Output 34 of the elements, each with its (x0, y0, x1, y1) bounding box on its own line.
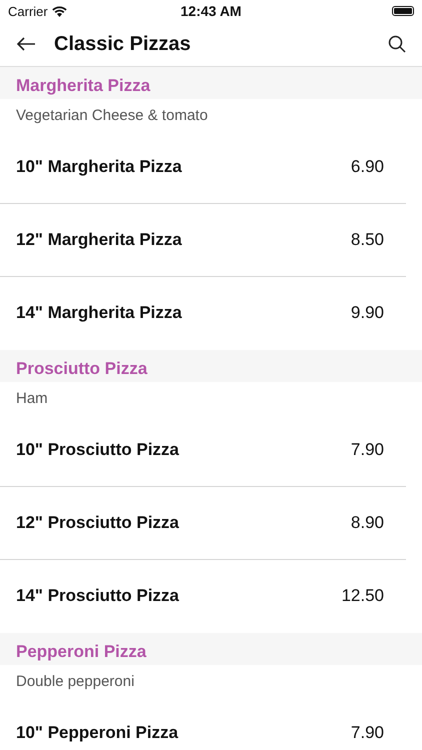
menu-item[interactable]: 10" Margherita Pizza 6.90 (0, 131, 406, 204)
item-name: 14" Prosciutto Pizza (16, 586, 179, 606)
section-description: Ham (16, 390, 48, 406)
item-price: 6.90 (350, 157, 384, 177)
carrier-label: Carrier (8, 4, 48, 18)
menu-item[interactable]: 10" Prosciutto Pizza 7.90 (0, 414, 406, 487)
item-price: 7.90 (350, 723, 384, 743)
section-description: Vegetarian Cheese & tomato (16, 106, 208, 124)
item-price: 8.50 (350, 230, 384, 250)
search-button[interactable] (388, 35, 406, 53)
item-name: 10" Margherita Pizza (16, 157, 182, 177)
page-title: Classic Pizzas (54, 32, 192, 56)
item-price: 9.90 (350, 303, 384, 323)
section-description: Double pepperoni (16, 672, 134, 690)
back-button[interactable] (16, 36, 36, 52)
status-time: 12:43 AM (180, 3, 242, 19)
item-price: 8.90 (350, 513, 384, 533)
item-name: 12" Margherita Pizza (16, 230, 182, 250)
item-name: 12" Prosciutto Pizza (16, 513, 179, 533)
item-name: 10" Pepperoni Pizza (16, 723, 178, 743)
menu-item[interactable]: 10" Pepperoni Pizza 7.90 (0, 697, 406, 750)
menu-item[interactable]: 14" Prosciutto Pizza 12.50 (0, 560, 406, 633)
item-name: 14" Margherita Pizza (16, 303, 182, 323)
item-price: 7.90 (350, 440, 384, 460)
wifi-icon (52, 6, 67, 16)
menu-item[interactable]: 14" Margherita Pizza 9.90 (0, 277, 406, 350)
section-title: Margherita Pizza (16, 76, 150, 97)
item-name: 10" Prosciutto Pizza (16, 440, 179, 460)
menu-item[interactable]: 12" Margherita Pizza 8.50 (0, 204, 406, 277)
menu-item[interactable]: 12" Prosciutto Pizza 8.90 (0, 487, 406, 560)
battery-icon (392, 6, 414, 16)
item-price: 12.50 (341, 586, 384, 606)
section-title: Pepperoni Pizza (16, 642, 146, 663)
section-title: Prosciutto Pizza (16, 359, 148, 380)
